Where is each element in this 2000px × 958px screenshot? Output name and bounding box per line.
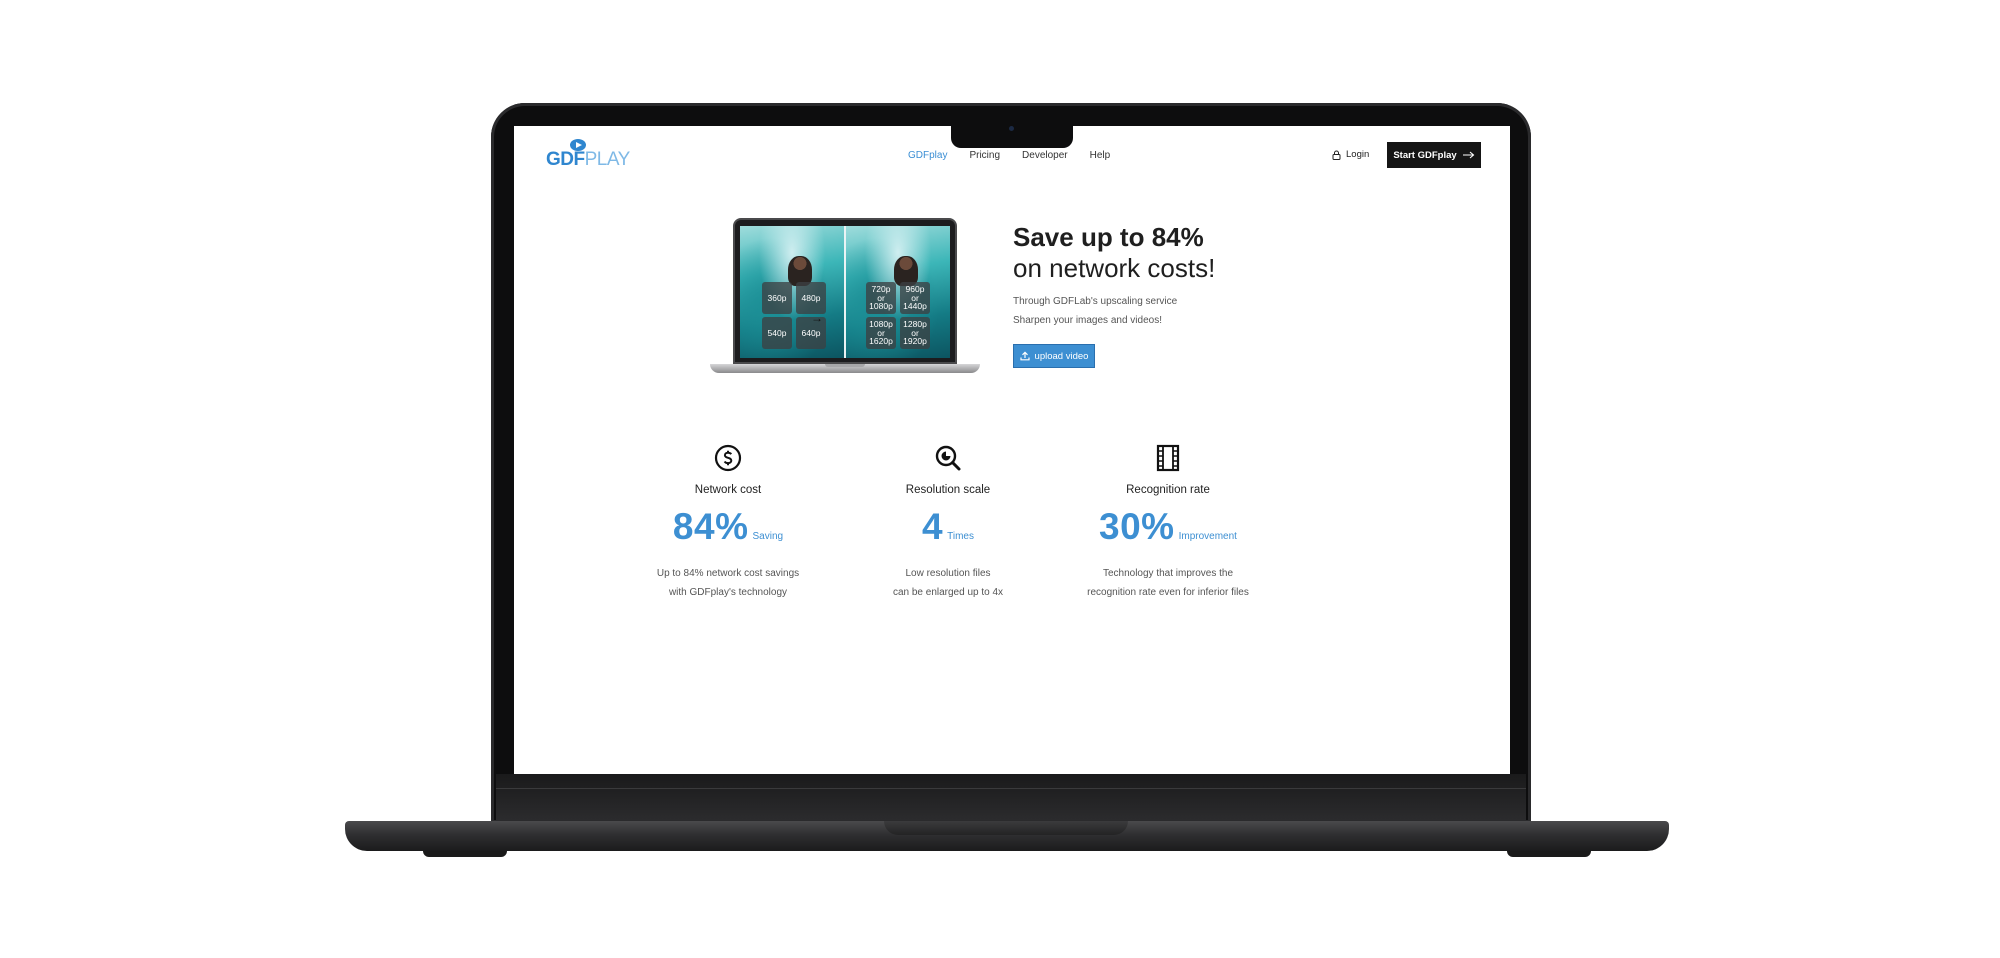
dollar-circle-icon	[714, 444, 742, 472]
start-label: Start GDFplay	[1393, 149, 1457, 161]
hero-title: Save up to 84% on network costs!	[1013, 222, 1215, 283]
stat-description: Technology that improves the recognition…	[1087, 568, 1249, 598]
logo-text-secondary: PLAY	[584, 149, 631, 170]
stat-unit: Improvement	[1178, 531, 1237, 542]
stat-label: Resolution scale	[905, 484, 991, 496]
wave-image-before	[740, 226, 844, 358]
film-strip-icon	[1156, 444, 1180, 472]
nav-item-gdfplay[interactable]: GDFplay	[908, 150, 947, 161]
hero-title-line2: on network costs!	[1013, 252, 1216, 283]
arrow-right-icon: →	[811, 311, 823, 325]
wave-image-after	[846, 226, 950, 358]
hero-laptop-screen: 360p 480p 540p 640p 720p or 1080p 960p o…	[740, 226, 950, 358]
hero-subtitle-line1: Through GDFLab's upscaling service	[1013, 296, 1178, 307]
camera-notch	[951, 126, 1073, 148]
upload-icon	[1019, 351, 1030, 361]
stat-value: 84%	[672, 506, 749, 547]
upload-video-button[interactable]: upload video	[1013, 344, 1095, 368]
logo-text-primary: GDF	[546, 149, 585, 170]
stat-description: Low resolution files can be enlarged up …	[892, 568, 1004, 598]
login-link[interactable]: Login	[1332, 149, 1369, 160]
camera-icon	[1009, 126, 1014, 131]
hero-subtitle-line2: Sharpen your images and videos!	[1013, 315, 1162, 326]
laptop-screen: GDFPLAY GDFplay Pricing Developer Help L…	[514, 126, 1510, 774]
lock-icon	[1332, 150, 1341, 160]
laptop-thumb-groove	[884, 821, 1128, 835]
stat-unit: Times	[947, 531, 974, 542]
laptop-bottom-bezel	[496, 774, 1526, 820]
laptop-foot	[1507, 851, 1591, 857]
hero-title-line1: Save up to 84%	[1013, 222, 1204, 252]
stat-description: Up to 84% network cost savings with GDFp…	[656, 568, 800, 598]
gdfplay-logo[interactable]: GDFPLAY	[546, 139, 638, 171]
res-badge-after: 1080p or 1620p	[866, 317, 896, 349]
hero-laptop-base	[710, 364, 980, 373]
stat-resolution-scale: Resolution scale 4 Times Low resolution …	[848, 444, 1048, 602]
nav-item-developer[interactable]: Developer	[1022, 150, 1068, 161]
stat-unit: Saving	[752, 531, 784, 542]
stat-label: Network cost	[694, 484, 762, 496]
res-badge-before: 540p	[762, 317, 792, 349]
hero-subtitle: Through GDFLab's upscaling service Sharp…	[1013, 292, 1177, 330]
stat-network-cost: Network cost 84% Saving Up to 84% networ…	[628, 444, 828, 602]
stat-value: 30%	[1099, 506, 1175, 547]
main-nav: GDFplay Pricing Developer Help	[908, 150, 1132, 161]
login-label: Login	[1346, 149, 1370, 160]
res-badge-before: 480p	[796, 282, 826, 314]
nav-item-pricing[interactable]: Pricing	[969, 150, 1000, 161]
arrow-right-icon	[1462, 151, 1475, 159]
res-badge-after: 960p or 1440p	[900, 282, 930, 314]
res-badge-before: 360p	[762, 282, 792, 314]
res-badge-after: 1280p or 1920p	[900, 317, 930, 349]
laptop-foot	[423, 851, 507, 857]
start-gdfplay-button[interactable]: Start GDFplay	[1387, 142, 1481, 168]
stat-label: Recognition rate	[1126, 484, 1210, 496]
stat-value: 4	[922, 506, 944, 547]
res-badge-after: 720p or 1080p	[866, 282, 896, 314]
search-zoom-icon	[935, 445, 961, 471]
upload-label: upload video	[1034, 350, 1089, 362]
stat-recognition-rate: Recognition rate 30% Improvement Technol…	[1068, 444, 1268, 602]
nav-item-help[interactable]: Help	[1090, 150, 1111, 161]
